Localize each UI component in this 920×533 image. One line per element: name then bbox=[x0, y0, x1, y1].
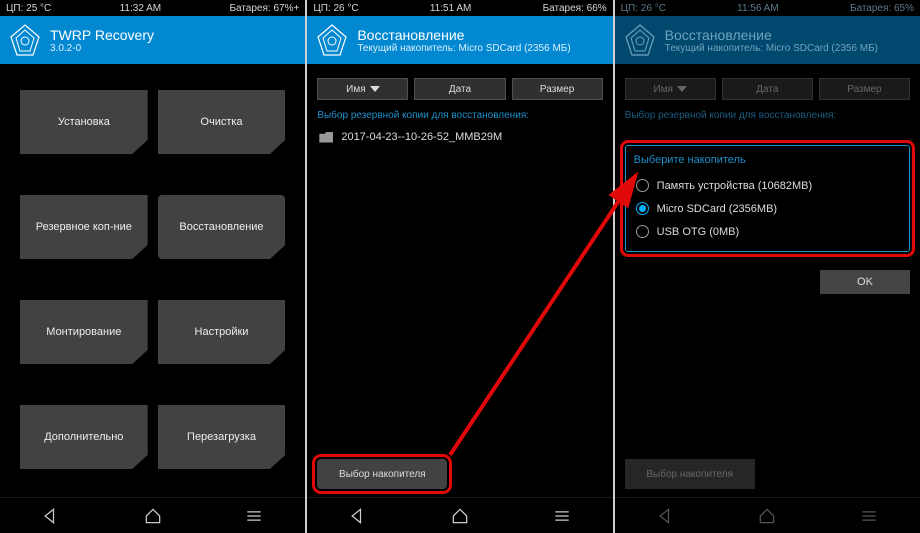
sort-date-button: Дата bbox=[722, 78, 813, 100]
radio-icon bbox=[636, 225, 649, 238]
sort-size-button: Размер bbox=[819, 78, 910, 100]
twrp-logo-icon bbox=[623, 23, 657, 57]
header: Восстановление Текущий накопитель: Micro… bbox=[307, 16, 612, 64]
clock: 11:51 AM bbox=[430, 3, 472, 14]
ok-button[interactable]: OK bbox=[820, 270, 910, 294]
tile-restore[interactable]: Восстановление bbox=[158, 195, 286, 259]
cpu-temp: ЦП: 26 °C bbox=[621, 3, 666, 14]
backup-folder-row[interactable]: 2017-04-23--10-26-52_MMB29M bbox=[317, 127, 602, 147]
sort-size-button[interactable]: Размер bbox=[512, 78, 603, 100]
header-title: Восстановление bbox=[665, 27, 878, 43]
tile-backup[interactable]: Резервное коп-ние bbox=[20, 195, 148, 259]
tile-advanced[interactable]: Дополнительно bbox=[20, 405, 148, 469]
battery: Батарея: 67%+ bbox=[229, 3, 299, 14]
home-icon[interactable] bbox=[143, 506, 163, 526]
sort-name-button: Имя bbox=[625, 78, 716, 100]
back-icon[interactable] bbox=[656, 506, 676, 526]
tile-mount[interactable]: Монтирование bbox=[20, 300, 148, 364]
folder-icon bbox=[319, 132, 333, 143]
section-label: Выбор резервной копии для восстановления… bbox=[317, 110, 602, 121]
menu-icon[interactable] bbox=[244, 506, 264, 526]
header-title: Восстановление bbox=[357, 27, 570, 43]
tile-settings[interactable]: Настройки bbox=[158, 300, 286, 364]
cpu-temp: ЦП: 25 °C bbox=[6, 3, 51, 14]
status-bar: ЦП: 26 °C 11:51 AM Батарея: 66% bbox=[307, 0, 612, 16]
header-subtitle: Текущий накопитель: Micro SDCard (2356 М… bbox=[357, 43, 570, 54]
storage-dialog: Выберите накопитель Память устройства (1… bbox=[625, 145, 910, 252]
menu-icon[interactable] bbox=[552, 506, 572, 526]
sort-bar: Имя Дата Размер bbox=[317, 78, 602, 100]
back-icon[interactable] bbox=[348, 506, 368, 526]
cpu-temp: ЦП: 26 °C bbox=[313, 3, 358, 14]
twrp-logo-icon bbox=[315, 23, 349, 57]
storage-option-usb[interactable]: USB OTG (0MB) bbox=[634, 220, 901, 243]
menu-icon[interactable] bbox=[859, 506, 879, 526]
panel-main-menu: ЦП: 25 °C 11:32 AM Батарея: 67%+ TWRP Re… bbox=[0, 0, 305, 533]
chevron-down-icon bbox=[677, 86, 687, 92]
panel-select-storage: ЦП: 26 °C 11:56 AM Батарея: 65% Восстано… bbox=[615, 0, 920, 533]
main-grid: Установка Очистка Резервное коп-ние Восс… bbox=[0, 64, 305, 497]
tile-install[interactable]: Установка bbox=[20, 90, 148, 154]
status-bar: ЦП: 26 °C 11:56 AM Батарея: 65% bbox=[615, 0, 920, 16]
header-subtitle: 3.0.2-0 bbox=[50, 43, 154, 54]
restore-body: Имя Дата Размер Выбор резервной копии дл… bbox=[307, 64, 612, 497]
storage-option-sdcard[interactable]: Micro SDCard (2356MB) bbox=[634, 197, 901, 220]
home-icon[interactable] bbox=[450, 506, 470, 526]
chevron-down-icon bbox=[370, 86, 380, 92]
header: TWRP Recovery 3.0.2-0 bbox=[0, 16, 305, 64]
sort-bar: Имя Дата Размер bbox=[625, 78, 910, 100]
nav-bar bbox=[0, 497, 305, 533]
header-title: TWRP Recovery bbox=[50, 27, 154, 43]
storage-option-internal[interactable]: Память устройства (10682MB) bbox=[634, 174, 901, 197]
back-icon[interactable] bbox=[41, 506, 61, 526]
radio-icon bbox=[636, 179, 649, 192]
header-subtitle: Текущий накопитель: Micro SDCard (2356 М… bbox=[665, 43, 878, 54]
dialog-title: Выберите накопитель bbox=[634, 154, 901, 166]
nav-bar bbox=[615, 497, 920, 533]
clock: 11:32 AM bbox=[120, 3, 162, 14]
select-storage-button[interactable]: Выбор накопителя bbox=[317, 459, 447, 489]
tile-reboot[interactable]: Перезагрузка bbox=[158, 405, 286, 469]
home-icon[interactable] bbox=[757, 506, 777, 526]
select-storage-button: Выбор накопителя bbox=[625, 459, 755, 489]
tile-wipe[interactable]: Очистка bbox=[158, 90, 286, 154]
radio-icon bbox=[636, 202, 649, 215]
backup-name: 2017-04-23--10-26-52_MMB29M bbox=[341, 131, 502, 143]
nav-bar bbox=[307, 497, 612, 533]
section-label: Выбор резервной копии для восстановления… bbox=[625, 110, 910, 121]
clock: 11:56 AM bbox=[737, 3, 779, 14]
battery: Батарея: 66% bbox=[543, 3, 607, 14]
battery: Батарея: 65% bbox=[850, 3, 914, 14]
storage-body: Имя Дата Размер Выбор резервной копии дл… bbox=[615, 64, 920, 497]
status-bar: ЦП: 25 °C 11:32 AM Батарея: 67%+ bbox=[0, 0, 305, 16]
panel-restore-list: ЦП: 26 °C 11:51 AM Батарея: 66% Восстано… bbox=[307, 0, 612, 533]
sort-name-button[interactable]: Имя bbox=[317, 78, 408, 100]
sort-date-button[interactable]: Дата bbox=[414, 78, 505, 100]
twrp-logo-icon bbox=[8, 23, 42, 57]
header: Восстановление Текущий накопитель: Micro… bbox=[615, 16, 920, 64]
